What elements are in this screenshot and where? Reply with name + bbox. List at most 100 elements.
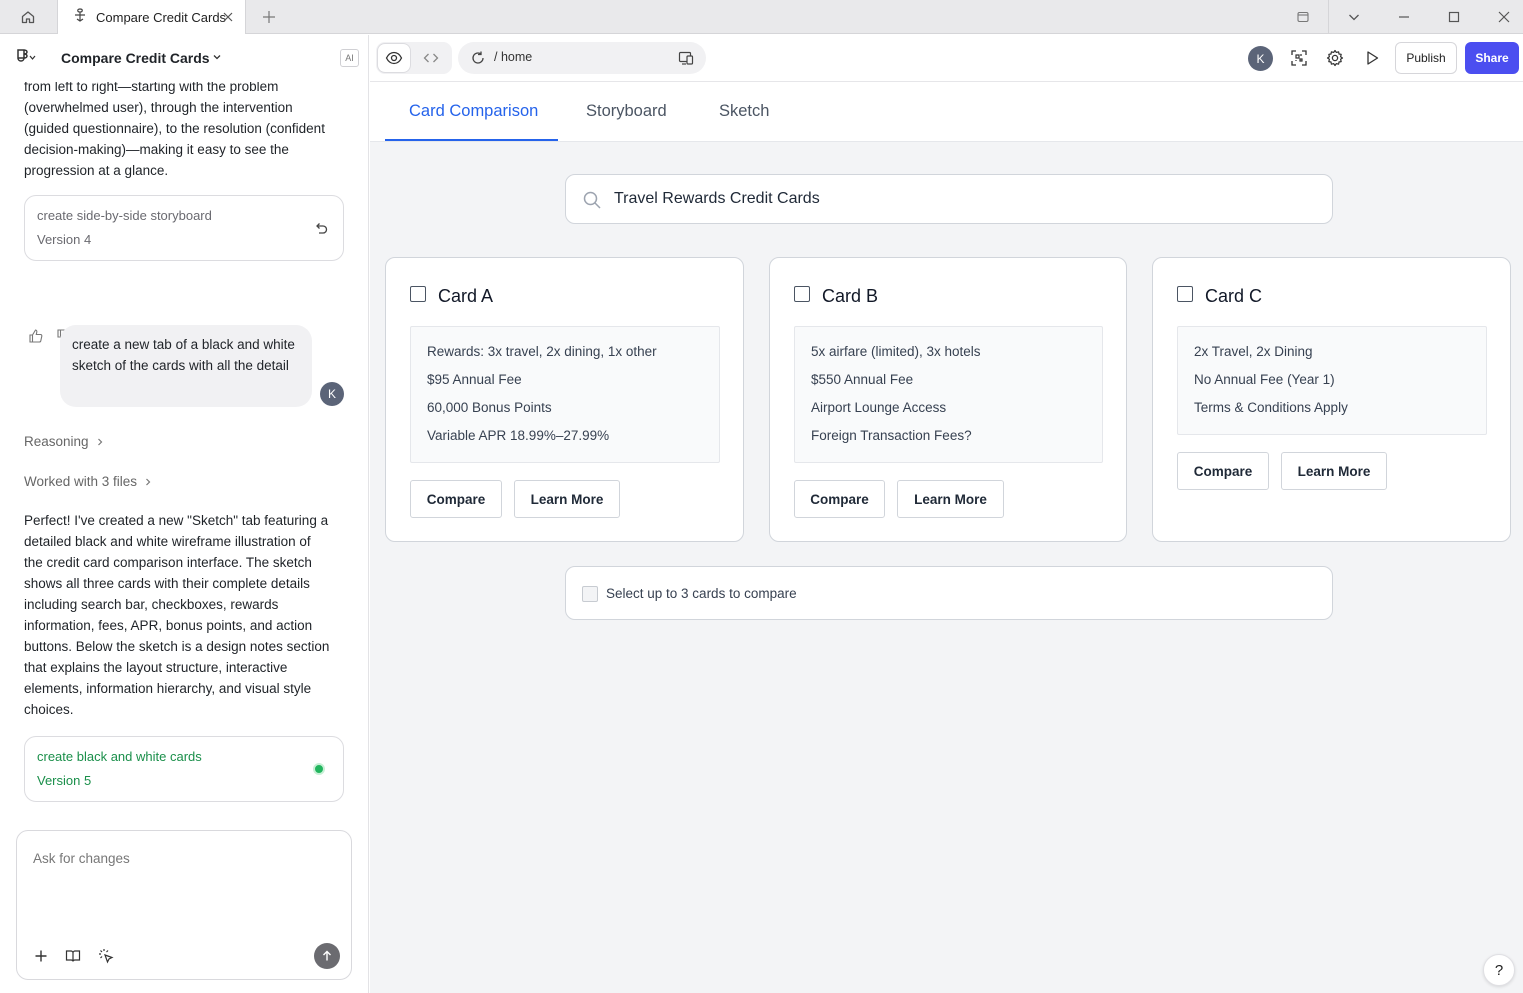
browser-tab[interactable]: Compare Credit Cards	[57, 0, 246, 34]
message-line: including search bar, checkboxes, reward…	[24, 597, 279, 612]
message-line: progression at a glance.	[24, 163, 169, 178]
message-line: detailed black and white wireframe illus…	[24, 534, 311, 549]
version-label: Version 4	[37, 232, 92, 247]
code-icon	[423, 53, 439, 63]
credit-card-c: Card C 2x Travel, 2x Dining No Annual Fe…	[1152, 257, 1511, 542]
card-details: 2x Travel, 2x Dining No Annual Fee (Year…	[1177, 326, 1487, 435]
version-title: create black and white cards	[37, 749, 202, 764]
chevron-right-icon	[146, 478, 151, 485]
book-icon[interactable]	[63, 946, 83, 966]
share-button[interactable]: Share	[1465, 42, 1519, 74]
window-close-icon[interactable]	[1493, 6, 1515, 28]
chat-input-placeholder: Ask for changes	[33, 851, 130, 866]
settings-gear-icon[interactable]	[1318, 43, 1352, 73]
message-line: (guided questionnaire), to the resolutio…	[24, 121, 325, 136]
card-detail-line: Foreign Transaction Fees?	[811, 428, 972, 443]
select-hint: Select up to 3 cards to compare	[606, 586, 797, 601]
card-detail-line: No Annual Fee (Year 1)	[1194, 372, 1335, 387]
send-button[interactable]	[314, 943, 340, 969]
user-avatar[interactable]: K	[1248, 46, 1273, 71]
compare-button[interactable]: Compare	[410, 480, 502, 518]
select-checkbox[interactable]	[582, 586, 598, 602]
card-detail-line: 60,000 Bonus Points	[427, 400, 552, 415]
close-tab-icon[interactable]	[219, 8, 237, 26]
active-tab-indicator	[385, 139, 558, 141]
compare-button[interactable]: Compare	[794, 480, 885, 518]
preview-mode-button[interactable]	[377, 43, 411, 73]
message-line: shows all three cards with their complet…	[24, 576, 310, 591]
learn-more-button[interactable]: Learn More	[514, 480, 620, 518]
message-line: from left to right—starting with the pro…	[24, 82, 279, 94]
learn-more-button[interactable]: Learn More	[897, 480, 1004, 518]
chat-history[interactable]: from left to right—starting with the pro…	[0, 82, 368, 826]
current-version-indicator	[313, 763, 325, 775]
refresh-icon[interactable]	[470, 50, 486, 71]
card-detail-line: Terms & Conditions Apply	[1194, 400, 1348, 415]
play-icon[interactable]	[1355, 43, 1389, 73]
message-line: the credit card comparison interface. Th…	[24, 555, 312, 570]
credit-card-a: Card A Rewards: 3x travel, 2x dining, 1x…	[385, 257, 744, 542]
home-icon[interactable]	[0, 0, 56, 34]
assistant-message: Perfect! I've created a new "Sketch" tab…	[24, 510, 346, 720]
compare-selection-bar: Select up to 3 cards to compare	[565, 566, 1333, 620]
select-element-icon[interactable]	[96, 946, 116, 966]
url-path: / home	[494, 50, 533, 64]
chevron-right-icon	[97, 438, 102, 445]
restore-version-icon[interactable]	[313, 220, 329, 241]
version-title: create side-by-side storyboard	[37, 208, 212, 223]
chat-input[interactable]: Ask for changes	[16, 830, 352, 980]
card-detail-line: $550 Annual Fee	[811, 372, 914, 387]
minimize-icon[interactable]	[1393, 6, 1415, 28]
compare-button[interactable]: Compare	[1177, 452, 1269, 490]
message-line: that explains the layout structure, inte…	[24, 660, 288, 675]
project-menu-chevron-icon[interactable]	[211, 50, 223, 68]
preview-toolbar: / home K Publish Share	[370, 35, 1523, 82]
card-checkbox[interactable]	[794, 286, 810, 302]
search-input[interactable]: Travel Rewards Credit Cards	[565, 174, 1333, 224]
assistant-message-partial: from left to right—starting with the pro…	[24, 82, 346, 181]
reasoning-label: Reasoning	[24, 434, 89, 449]
publish-button[interactable]: Publish	[1395, 42, 1457, 74]
files-label: Worked with 3 files	[24, 474, 138, 489]
chat-panel-header: Compare Credit Cards AI	[0, 35, 368, 82]
scan-icon[interactable]	[1282, 43, 1316, 73]
card-details: Rewards: 3x travel, 2x dining, 1x other …	[410, 326, 720, 463]
reasoning-toggle[interactable]: Reasoning	[24, 434, 105, 449]
window-title-bar: Compare Credit Cards	[0, 0, 1523, 34]
eye-icon	[385, 51, 403, 65]
card-title: Card C	[1205, 286, 1263, 306]
message-line: elements, information hierarchy, and vis…	[24, 681, 312, 696]
responsive-devices-icon[interactable]	[678, 50, 694, 71]
tab-card-comparison[interactable]: Card Comparison	[409, 102, 538, 121]
address-bar[interactable]: / home	[458, 42, 706, 74]
chevron-down-icon[interactable]	[1343, 6, 1365, 28]
browser-tab-title: Compare Credit Cards	[96, 9, 227, 25]
project-title[interactable]: Compare Credit Cards	[61, 50, 210, 66]
version-label: Version 5	[37, 773, 92, 788]
tab-search-icon[interactable]	[1292, 6, 1314, 28]
help-button[interactable]: ?	[1483, 954, 1515, 986]
card-checkbox[interactable]	[410, 286, 426, 302]
code-mode-button[interactable]	[414, 43, 448, 73]
version-card-4[interactable]: create side-by-side storyboard Version 4	[24, 195, 344, 261]
learn-more-button[interactable]: Learn More	[1281, 452, 1387, 490]
tab-sketch[interactable]: Sketch	[719, 102, 769, 121]
app-preview: Card Comparison Storyboard Sketch Travel…	[370, 83, 1523, 993]
card-checkbox[interactable]	[1177, 286, 1193, 302]
app-logo-icon[interactable]	[14, 48, 36, 73]
tab-storyboard[interactable]: Storyboard	[586, 102, 667, 121]
card-detail-line: 5x airfare (limited), 3x hotels	[811, 344, 981, 359]
title-bar-divider	[1328, 0, 1329, 34]
message-line: Perfect! I've created a new "Sketch" tab…	[24, 513, 329, 528]
new-tab-icon[interactable]	[258, 6, 280, 28]
message-line: decision-making)—making it easy to see t…	[24, 142, 289, 157]
search-icon	[582, 190, 602, 215]
card-detail-line: Rewards: 3x travel, 2x dining, 1x other	[427, 344, 657, 359]
ai-badge[interactable]: AI	[340, 49, 359, 67]
maximize-icon[interactable]	[1443, 6, 1465, 28]
message-line: (overwhelmed user), through the interven…	[24, 100, 293, 115]
thumbs-up-icon[interactable]	[28, 328, 44, 349]
version-card-5[interactable]: create black and white cards Version 5	[24, 736, 344, 802]
add-icon[interactable]	[31, 946, 51, 966]
files-toggle[interactable]: Worked with 3 files	[24, 474, 153, 489]
